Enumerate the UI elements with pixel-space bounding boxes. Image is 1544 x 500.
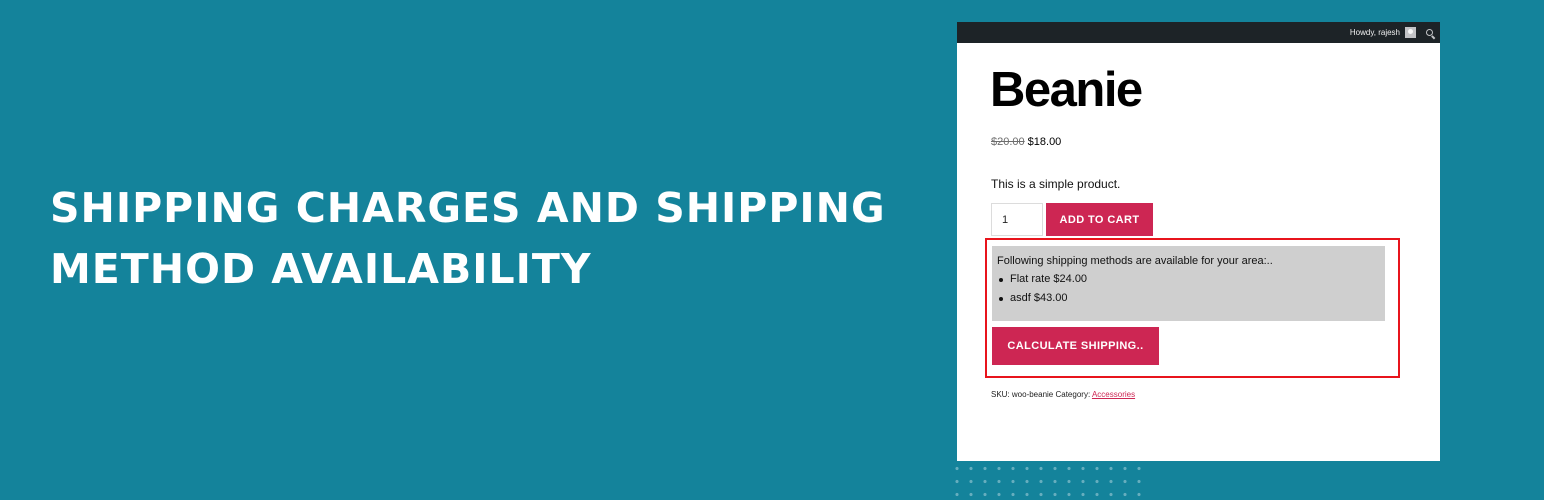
user-avatar-icon[interactable]: [1405, 27, 1416, 38]
product-price: $20.00 $18.00: [991, 136, 1061, 148]
calculate-shipping-button[interactable]: CALCULATE SHIPPING..: [992, 327, 1159, 365]
shipping-method-item: asdf $43.00: [997, 292, 1385, 304]
decorative-dot-pattern: [950, 462, 1150, 500]
product-description: This is a simple product.: [991, 177, 1121, 191]
headline-line-1: SHIPPING CHARGES AND SHIPPING: [50, 184, 886, 232]
search-icon[interactable]: [1426, 28, 1434, 37]
category-link[interactable]: Accessories: [1092, 390, 1135, 399]
product-title: Beanie: [990, 63, 1143, 117]
product-meta: SKU: woo-beanie Category: Accessories: [991, 390, 1135, 399]
sale-price: $18.00: [1027, 136, 1062, 148]
shipping-method-list: Flat rate $24.00 asdf $43.00: [997, 273, 1385, 304]
admin-greeting[interactable]: Howdy, rajesh: [1350, 28, 1400, 37]
old-price: $20.00: [991, 136, 1025, 148]
add-to-cart-button[interactable]: ADD TO CART: [1046, 203, 1153, 236]
quantity-input[interactable]: [991, 203, 1043, 236]
shipping-method-item: Flat rate $24.00: [997, 273, 1385, 285]
banner-headline: SHIPPING CHARGES AND SHIPPING METHOD AVA…: [50, 178, 930, 300]
shipping-intro: Following shipping methods are available…: [997, 255, 1273, 267]
admin-bar: Howdy, rajesh: [957, 22, 1440, 43]
product-page-screenshot: Howdy, rajesh Beanie $20.00 $18.00 This i…: [957, 22, 1440, 461]
headline-line-2: METHOD AVAILABILITY: [50, 245, 592, 293]
shipping-methods-box: Following shipping methods are available…: [992, 246, 1385, 321]
sku-category-text: SKU: woo-beanie Category:: [991, 390, 1091, 399]
